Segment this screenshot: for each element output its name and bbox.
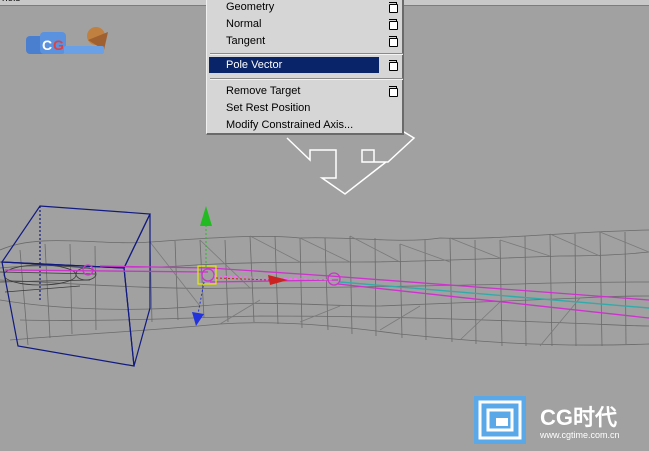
option-box-icon[interactable] xyxy=(389,19,398,30)
menu-item-tangent[interactable]: Tangent xyxy=(209,33,379,49)
option-box-icon[interactable] xyxy=(389,36,398,47)
move-manipulator-icon[interactable] xyxy=(192,206,288,326)
menu-separator xyxy=(210,53,403,55)
menu-item-modify-constrained-axis[interactable]: Modify Constrained Axis... xyxy=(209,117,379,133)
ik-chain-line xyxy=(339,281,649,309)
svg-text:C: C xyxy=(42,37,52,53)
direction-arrow-graphic xyxy=(286,131,416,195)
option-box-icon[interactable] xyxy=(389,2,398,13)
menu-item-normal[interactable]: Normal xyxy=(209,16,379,32)
watermark-brand: CG时代 xyxy=(540,405,618,430)
svg-text:G: G xyxy=(53,37,64,53)
arm-wireframe xyxy=(0,229,649,347)
menu-item-remove-target[interactable]: Remove Target xyxy=(209,83,379,99)
cgtime-watermark-icon xyxy=(474,396,526,444)
option-box-icon[interactable] xyxy=(389,60,398,71)
option-box-icon[interactable] xyxy=(389,86,398,97)
constrain-menu[interactable]: Geometry Normal Tangent Pole Vector Remo… xyxy=(206,0,404,135)
menu-item-pole-vector[interactable]: Pole Vector xyxy=(209,57,379,73)
menu-separator xyxy=(210,78,403,80)
menu-item-set-rest-position[interactable]: Set Rest Position xyxy=(209,100,379,116)
maya-viewport[interactable]: nels C G xyxy=(0,0,649,451)
cg-logo-icon: C G xyxy=(26,27,108,54)
menu-item-geometry[interactable]: Geometry xyxy=(209,0,379,15)
watermark-url: www.cgtime.com.cn xyxy=(540,430,620,440)
